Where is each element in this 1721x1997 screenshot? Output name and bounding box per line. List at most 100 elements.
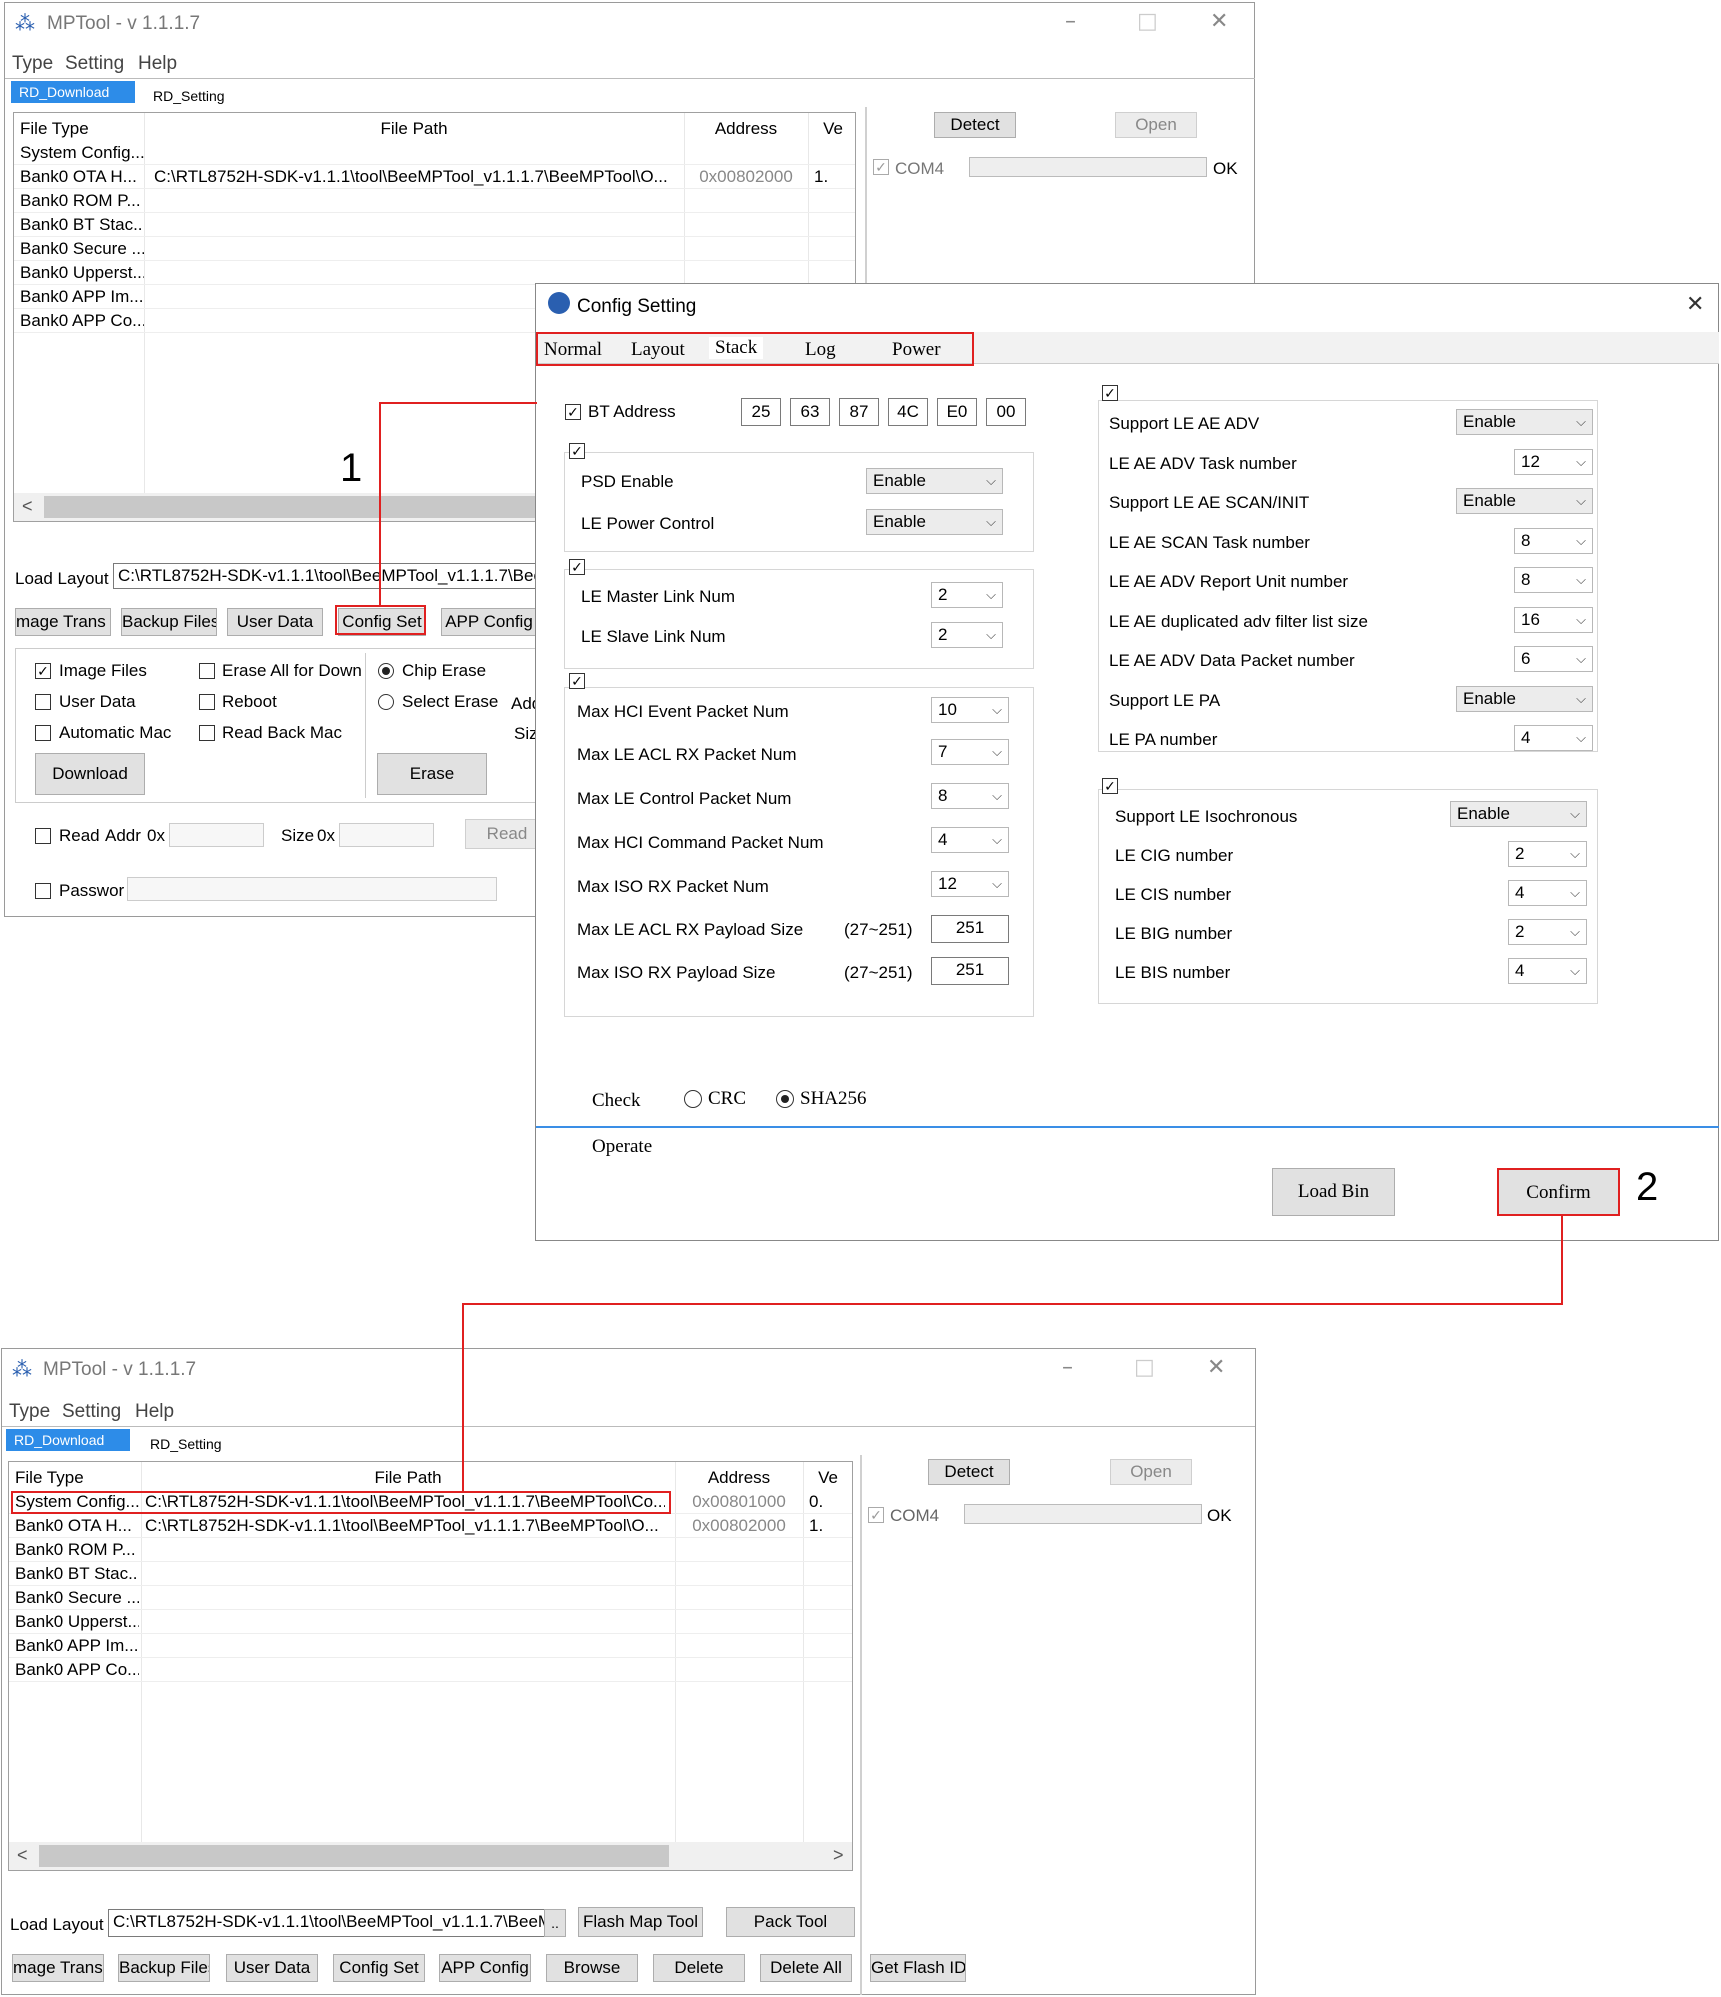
scroll-right-icon[interactable]: >	[833, 1845, 844, 1866]
menu-setting[interactable]: Setting	[62, 1401, 121, 1423]
column-header-file-path[interactable]: File Path	[144, 118, 684, 140]
password-checkbox[interactable]	[35, 883, 51, 899]
bt-address-byte-input[interactable]: E0	[937, 398, 977, 426]
pa-number-select[interactable]: 4 ⌵	[1514, 725, 1593, 751]
image-files-checkbox[interactable]: ✓	[35, 663, 51, 679]
app-config-button[interactable]: APP Config	[441, 608, 537, 636]
cig-number-select[interactable]: 2 ⌵	[1508, 841, 1587, 867]
read-size-input[interactable]	[339, 823, 434, 847]
table-row[interactable]: Bank0 APP Im...	[9, 1634, 852, 1658]
erase-button[interactable]: Erase	[377, 753, 487, 795]
maximize-icon[interactable]: □	[1134, 1355, 1155, 1380]
horizontal-scrollbar[interactable]: < >	[9, 1842, 852, 1870]
bt-address-byte-input[interactable]: 00	[986, 398, 1026, 426]
password-input[interactable]	[127, 877, 497, 901]
bis-number-select[interactable]: 4 ⌵	[1508, 958, 1587, 984]
flash-map-tool-button[interactable]: Flash Map Tool	[578, 1907, 703, 1937]
minimize-icon[interactable]: –	[1062, 1355, 1073, 1380]
max-control-packet-select[interactable]: 8 ⌵	[931, 783, 1009, 809]
tab-rd-download[interactable]: RD_Download	[6, 1429, 130, 1451]
image-trans-button[interactable]: mage Trans	[12, 1954, 104, 1982]
ae-data-packet-select[interactable]: 6 ⌵	[1514, 646, 1593, 672]
support-ae-adv-select[interactable]: Enable ⌵	[1456, 409, 1593, 435]
menu-type[interactable]: Type	[9, 1401, 50, 1423]
com-port-checkbox[interactable]: ✓	[873, 159, 889, 175]
max-iso-payload-input[interactable]: 251	[931, 957, 1009, 985]
read-address-input[interactable]	[169, 823, 264, 847]
table-row[interactable]: Bank0 ROM P...	[9, 1538, 852, 1562]
automatic-mac-checkbox[interactable]	[35, 725, 51, 741]
delete-all-button[interactable]: Delete All	[760, 1954, 852, 1982]
read-back-mac-checkbox[interactable]	[199, 725, 215, 741]
psd-enable-select[interactable]: Enable ⌵	[866, 468, 1003, 494]
detect-button[interactable]: Detect	[934, 112, 1016, 138]
ae-report-unit-select[interactable]: 8 ⌵	[1514, 567, 1593, 593]
max-acl-rx-select[interactable]: 7 ⌵	[931, 739, 1009, 765]
le-slave-link-select[interactable]: 2 ⌵	[931, 622, 1003, 648]
ae-scan-task-select[interactable]: 8 ⌵	[1514, 528, 1593, 554]
table-row[interactable]: Bank0 OTA H... C:\RTL8752H-SDK-v1.1.1\too…	[14, 165, 855, 189]
maximize-icon[interactable]: □	[1137, 9, 1158, 34]
table-row[interactable]: Bank0 OTA H... C:\RTL8752H-SDK-v1.1.1\too…	[9, 1514, 852, 1538]
user-data-checkbox[interactable]	[35, 694, 51, 710]
menu-help[interactable]: Help	[135, 1401, 174, 1423]
download-button[interactable]: Download	[35, 753, 145, 795]
column-header-address[interactable]: Address	[675, 1467, 803, 1489]
iso-group-checkbox[interactable]: ✓	[1102, 778, 1118, 794]
support-iso-select[interactable]: Enable ⌵	[1450, 801, 1587, 827]
browse-dots-button[interactable]: ..	[544, 1909, 566, 1937]
link-group-checkbox[interactable]: ✓	[569, 559, 585, 575]
column-header-version[interactable]: Ve	[808, 118, 855, 140]
bt-address-byte-input[interactable]: 87	[839, 398, 879, 426]
pack-tool-button[interactable]: Pack Tool	[726, 1907, 855, 1937]
delete-button[interactable]: Delete	[653, 1954, 745, 1982]
com-port-checkbox[interactable]: ✓	[868, 1507, 884, 1523]
le-master-link-select[interactable]: 2 ⌵	[931, 582, 1003, 608]
support-pa-select[interactable]: Enable ⌵	[1456, 686, 1593, 712]
support-ae-scan-select[interactable]: Enable ⌵	[1456, 488, 1593, 514]
scroll-left-icon[interactable]: <	[22, 496, 33, 517]
max-acl-payload-input[interactable]: 251	[931, 915, 1009, 943]
load-layout-input[interactable]: C:\RTL8752H-SDK-v1.1.1\tool\BeeMPTool_v1…	[113, 563, 543, 589]
open-button[interactable]: Open	[1110, 1459, 1192, 1485]
load-bin-button[interactable]: Load Bin	[1272, 1168, 1395, 1216]
ae-adv-task-select[interactable]: 12 ⌵	[1514, 449, 1593, 475]
browse-button[interactable]: Browse	[546, 1954, 638, 1982]
scrollbar-thumb[interactable]	[39, 1845, 669, 1867]
big-number-select[interactable]: 2 ⌵	[1508, 919, 1587, 945]
image-trans-button[interactable]: mage Trans	[15, 608, 111, 636]
bt-address-byte-input[interactable]: 4C	[888, 398, 928, 426]
crc-radio[interactable]	[684, 1090, 702, 1108]
ae-dup-filter-select[interactable]: 16 ⌵	[1514, 607, 1593, 633]
dialog-close-icon[interactable]: ✕	[1686, 292, 1704, 317]
minimize-icon[interactable]: –	[1065, 9, 1076, 34]
cis-number-select[interactable]: 4 ⌵	[1508, 880, 1587, 906]
table-row[interactable]: System Config...	[14, 141, 855, 165]
load-layout-input[interactable]: C:\RTL8752H-SDK-v1.1.1\tool\BeeMPTool_v1…	[108, 1909, 545, 1937]
column-header-file-type[interactable]: File Type	[14, 118, 144, 140]
max-iso-rx-select[interactable]: 12 ⌵	[931, 871, 1009, 897]
bt-address-byte-input[interactable]: 25	[741, 398, 781, 426]
column-header-address[interactable]: Address	[684, 118, 808, 140]
table-row[interactable]: Bank0 Secure ...	[9, 1586, 852, 1610]
config-set-button[interactable]: Config Set	[333, 1954, 425, 1982]
backup-files-button[interactable]: Backup Files	[121, 608, 217, 636]
open-button[interactable]: Open	[1115, 112, 1197, 138]
tab-rd-setting[interactable]: RD_Setting	[145, 85, 233, 107]
tab-rd-setting[interactable]: RD_Setting	[142, 1433, 230, 1455]
column-header-file-type[interactable]: File Type	[9, 1467, 141, 1489]
column-header-file-path[interactable]: File Path	[141, 1467, 675, 1489]
close-icon[interactable]: ✕	[1207, 1355, 1225, 1380]
sha256-radio[interactable]	[776, 1090, 794, 1108]
bt-address-checkbox[interactable]: ✓	[565, 404, 581, 420]
table-row[interactable]: Bank0 BT Stac...	[14, 213, 855, 237]
bt-address-byte-input[interactable]: 63	[790, 398, 830, 426]
read-checkbox[interactable]	[35, 828, 51, 844]
confirm-button[interactable]: Confirm	[1497, 1168, 1620, 1216]
psd-group-checkbox[interactable]: ✓	[569, 443, 585, 459]
table-row[interactable]: Bank0 Secure ...	[14, 237, 855, 261]
table-row[interactable]: Bank0 APP Co...	[9, 1658, 852, 1682]
get-flash-id-button[interactable]: Get Flash ID	[870, 1954, 966, 1982]
tab-rd-download[interactable]: RD_Download	[11, 81, 135, 103]
select-erase-radio[interactable]	[378, 694, 394, 710]
